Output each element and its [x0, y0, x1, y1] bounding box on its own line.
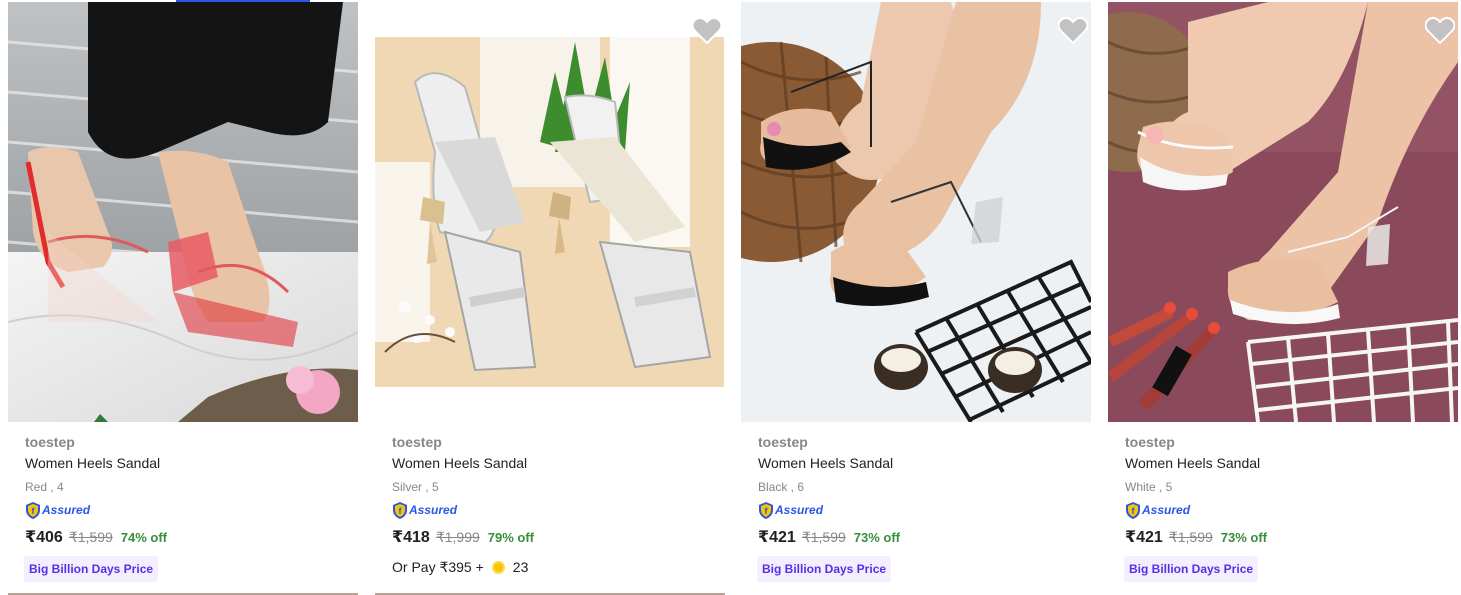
- original-price: ₹1,999: [435, 529, 480, 545]
- product-card[interactable]: toestep Women Heels Sandal Red , 4 f Ass…: [0, 0, 367, 595]
- discount-percent: 73% off: [853, 530, 901, 545]
- product-title[interactable]: Women Heels Sandal: [758, 454, 1088, 472]
- selling-price: ₹418: [392, 529, 430, 546]
- original-price: ₹1,599: [1168, 529, 1213, 545]
- shield-icon: f: [1126, 501, 1140, 519]
- product-grid: toestep Women Heels Sandal Red , 4 f Ass…: [0, 0, 1461, 595]
- assured-label: Assured: [1142, 503, 1191, 517]
- shield-icon: f: [26, 501, 40, 519]
- shield-icon: f: [759, 501, 773, 519]
- wishlist-heart-icon[interactable]: [1425, 16, 1455, 44]
- selling-price: ₹421: [758, 529, 796, 546]
- price-row: ₹418 ₹1,999 79% off: [392, 527, 722, 547]
- product-title[interactable]: Women Heels Sandal: [1125, 454, 1455, 472]
- shield-icon: f: [393, 501, 407, 519]
- pay-with-coins-row: Or Pay ₹395 + 23: [392, 557, 722, 577]
- product-brand: toestep: [1125, 434, 1175, 450]
- assured-badge: f Assured: [758, 501, 1088, 519]
- pay-option-text: Or Pay ₹395 +: [392, 558, 484, 575]
- product-brand: toestep: [392, 434, 442, 450]
- sale-price-badge: Big Billion Days Price: [1124, 556, 1259, 582]
- assured-badge: f Assured: [25, 501, 355, 519]
- discount-percent: 79% off: [487, 530, 535, 545]
- selling-price: ₹406: [25, 529, 63, 546]
- discount-percent: 74% off: [120, 530, 168, 545]
- assured-badge: f Assured: [1125, 501, 1455, 519]
- product-title[interactable]: Women Heels Sandal: [25, 454, 355, 472]
- product-variant: Black , 6: [758, 480, 805, 494]
- price-row: ₹406 ₹1,599 74% off: [25, 527, 355, 547]
- coin-count: 23: [512, 559, 529, 575]
- selling-price: ₹421: [1125, 529, 1163, 546]
- price-row: ₹421 ₹1,599 73% off: [758, 527, 1088, 547]
- product-title[interactable]: Women Heels Sandal: [392, 454, 722, 472]
- sale-price-badge: Big Billion Days Price: [24, 556, 159, 582]
- product-card[interactable]: toestep Women Heels Sandal Black , 6 f A…: [733, 0, 1100, 595]
- product-variant: White , 5: [1125, 480, 1173, 494]
- assured-label: Assured: [42, 503, 91, 517]
- product-image[interactable]: [741, 2, 1091, 422]
- product-card[interactable]: toestep Women Heels Sandal Silver , 5 f …: [367, 0, 734, 595]
- wishlist-heart-icon[interactable]: [1058, 16, 1088, 44]
- original-price: ₹1,599: [801, 529, 846, 545]
- product-image[interactable]: [375, 2, 725, 422]
- product-variant: Red , 4: [25, 480, 64, 494]
- product-brand: toestep: [758, 434, 808, 450]
- assured-label: Assured: [775, 503, 824, 517]
- wishlist-heart-icon[interactable]: [692, 16, 722, 44]
- assured-badge: f Assured: [392, 501, 722, 519]
- product-image[interactable]: [1108, 2, 1458, 422]
- assured-label: Assured: [409, 503, 458, 517]
- product-image[interactable]: [8, 2, 358, 422]
- product-variant: Silver , 5: [392, 480, 439, 494]
- price-row: ₹421 ₹1,599 73% off: [1125, 527, 1455, 547]
- coin-icon: [491, 560, 505, 574]
- product-brand: toestep: [25, 434, 75, 450]
- original-price: ₹1,599: [68, 529, 113, 545]
- sale-price-badge: Big Billion Days Price: [757, 556, 892, 582]
- discount-percent: 73% off: [1220, 530, 1268, 545]
- product-card[interactable]: toestep Women Heels Sandal White , 5 f A…: [1100, 0, 1461, 595]
